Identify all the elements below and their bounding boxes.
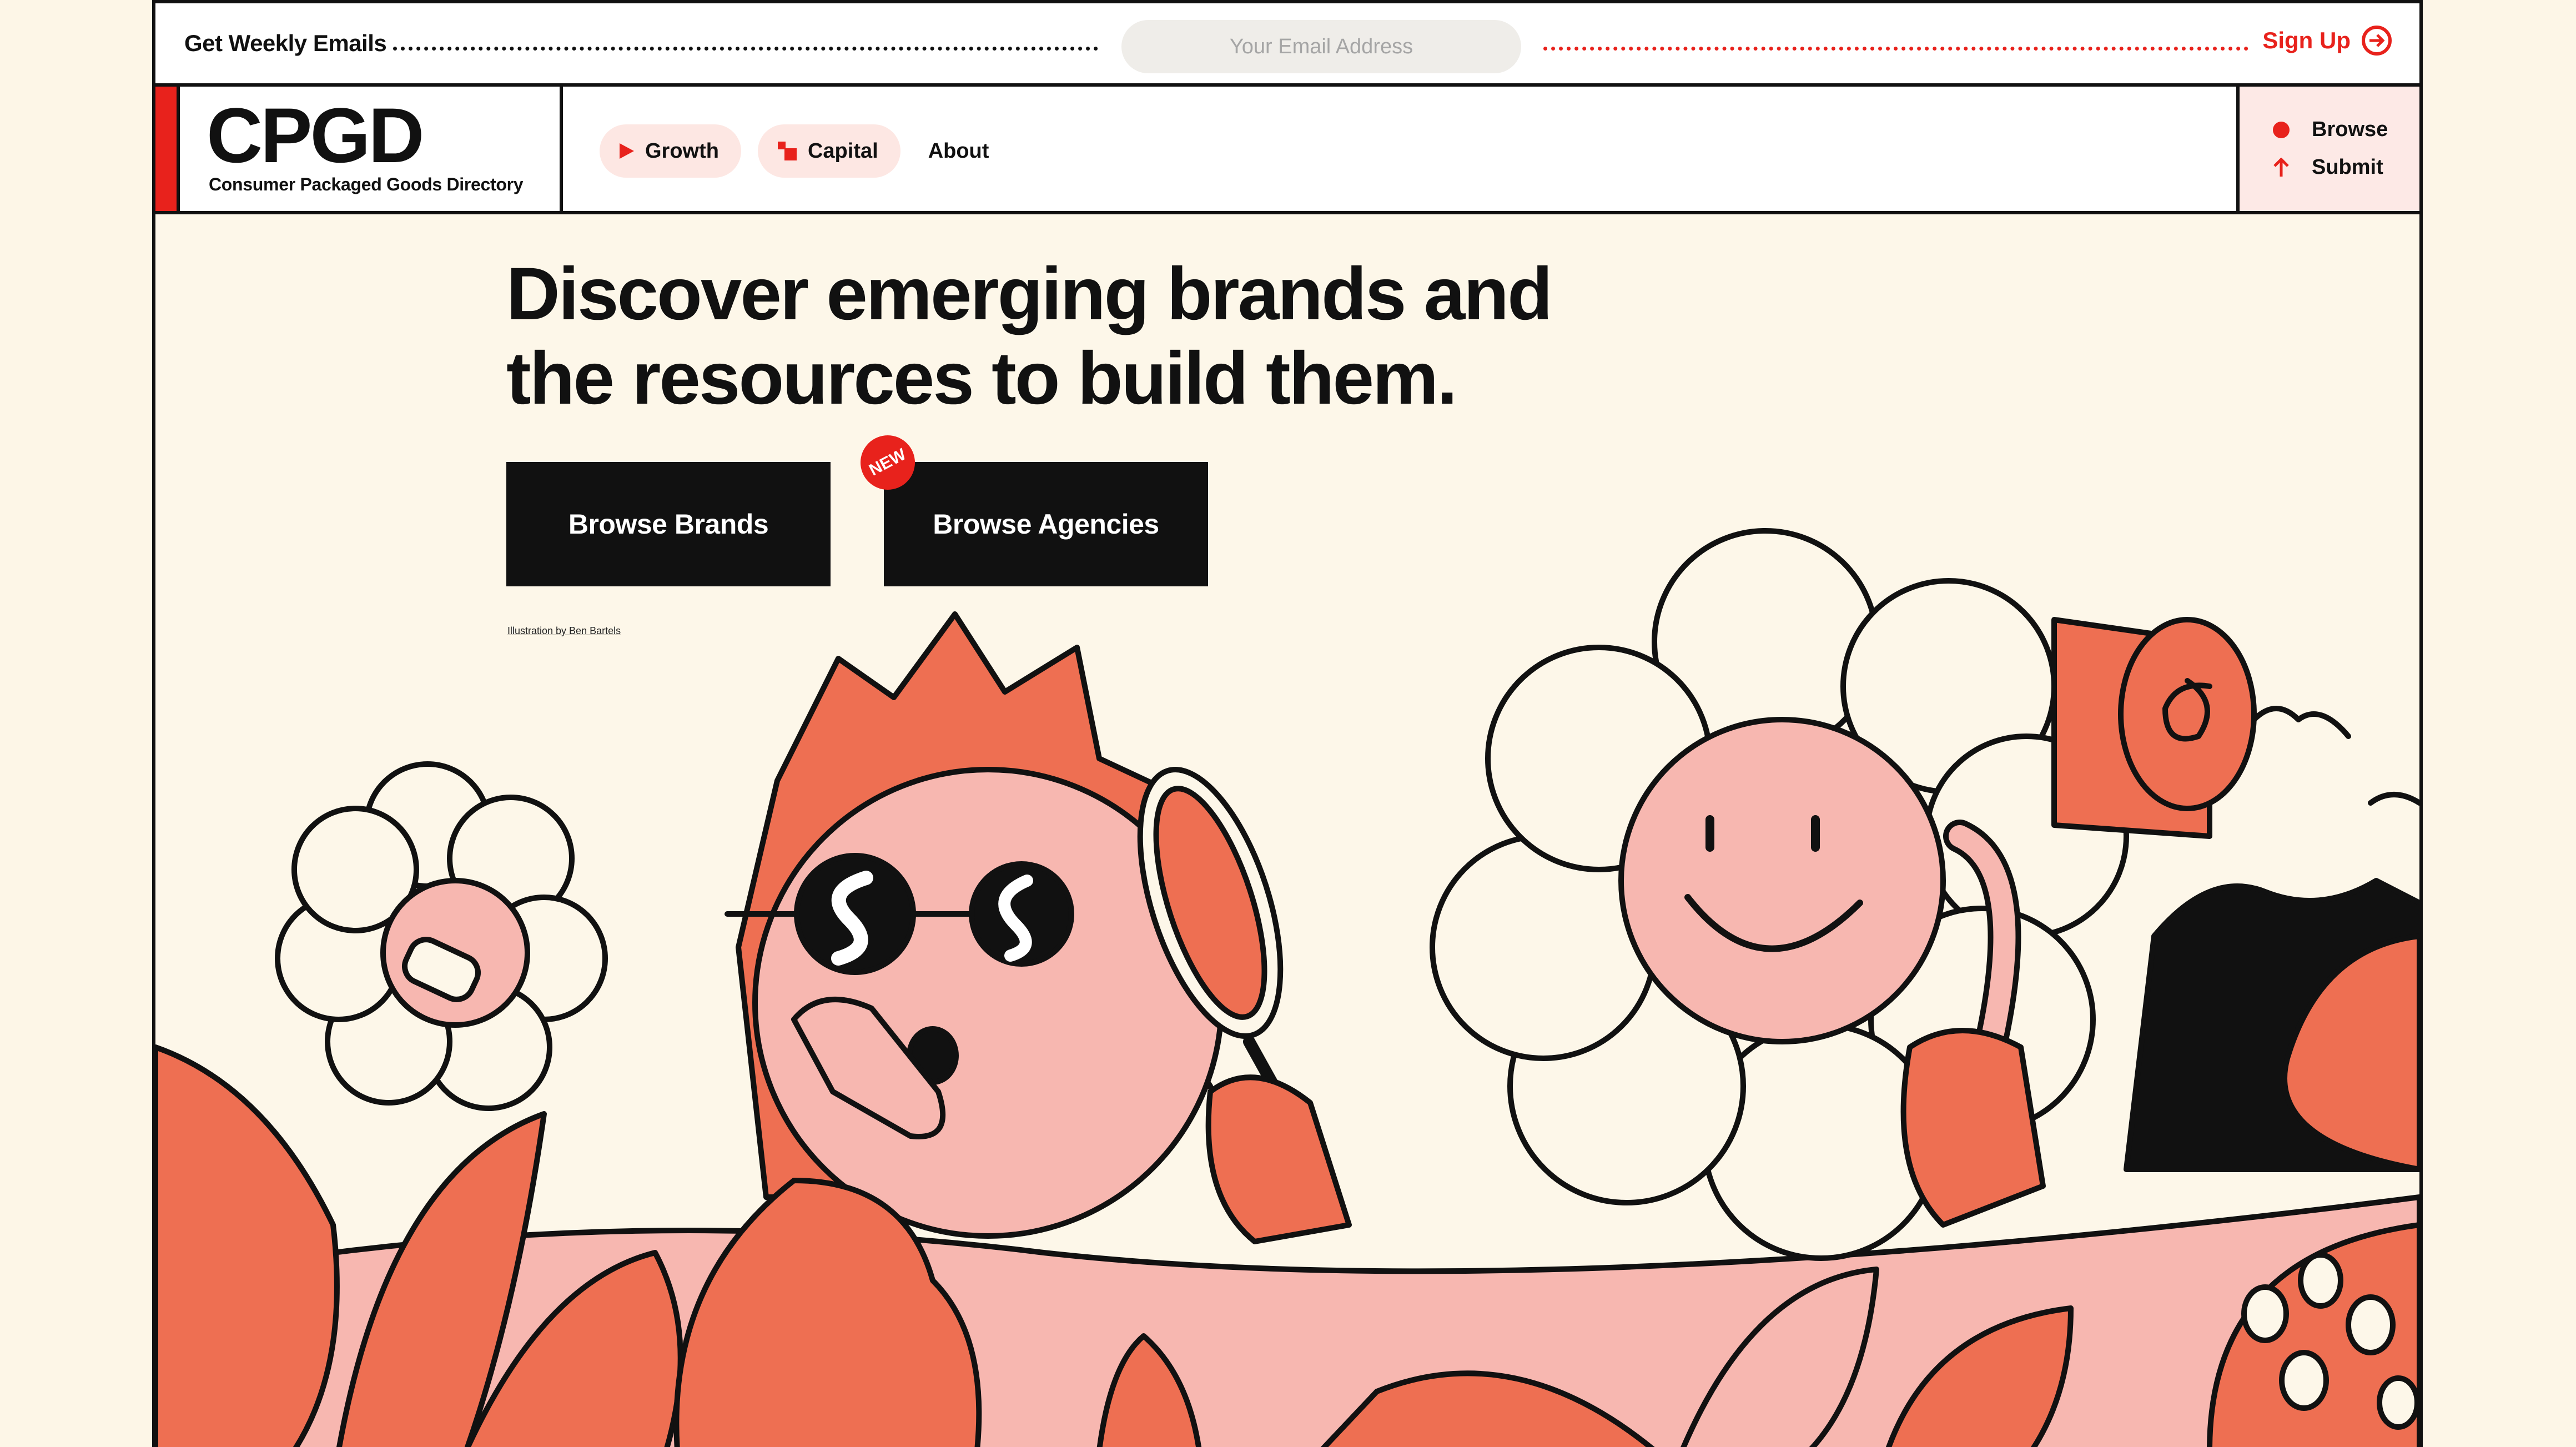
browse-brands-button[interactable]: Browse Brands <box>506 462 831 586</box>
page-frame: Get Weekly Emails Sign Up CPGD Consumer … <box>152 0 2423 1447</box>
illustration-credit-link[interactable]: Illustration by Ben Bartels <box>507 625 621 637</box>
hero-title-line2: the resources to build them. <box>506 337 1457 420</box>
hero-title-line1: Discover emerging brands and <box>506 253 1553 335</box>
hero-illustration <box>155 528 2419 1447</box>
browse-agencies-button[interactable]: Browse Agencies <box>884 462 1208 586</box>
hero-title: Discover emerging brands and the resourc… <box>506 252 1728 421</box>
